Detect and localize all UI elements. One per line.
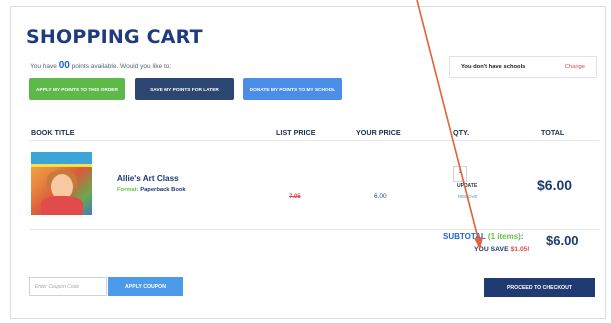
subtotal-value: $6.00	[546, 233, 579, 248]
points-count: 00	[58, 60, 70, 71]
you-save: YOU SAVE $1.05!	[474, 246, 530, 253]
you-save-amount: $1.05!	[510, 246, 530, 253]
cart-panel	[10, 6, 606, 319]
book-format: Format: Paperback Book	[117, 187, 186, 193]
remove-link[interactable]: REMOVE	[458, 194, 478, 199]
your-price: 6.00	[374, 193, 387, 200]
proceed-to-checkout-button[interactable]: PROCEED TO CHECKOUT	[484, 278, 595, 297]
book-cover-image[interactable]	[31, 152, 92, 215]
header-qty: QTY.	[453, 128, 469, 137]
format-label: Format:	[117, 187, 139, 193]
apply-points-button[interactable]: APPLY MY POINTS TO THIS ORDER	[29, 78, 125, 100]
coupon-code-input[interactable]: Enter Coupon Code	[29, 277, 107, 296]
subtotal-text: SUBTOTAL	[443, 232, 486, 241]
quantity-input[interactable]: 1	[453, 166, 467, 182]
line-total: $6.00	[537, 177, 573, 193]
apply-coupon-button[interactable]: APPLY COUPON	[108, 277, 183, 296]
header-your-price: YOUR PRICE	[356, 128, 401, 137]
header-total: TOTAL	[541, 128, 565, 137]
format-value: Paperback Book	[140, 187, 186, 193]
list-price: 7.05	[289, 194, 301, 200]
header-divider	[29, 140, 599, 141]
change-school-link[interactable]: Change	[565, 64, 585, 70]
update-link[interactable]: UPDATE	[457, 183, 477, 189]
donate-points-button[interactable]: DONATE MY POINTS TO MY SCHOOL	[243, 78, 342, 100]
items-count: (1 items)	[487, 232, 521, 241]
points-message: You have 00 points available. Would you …	[30, 60, 171, 71]
points-prefix: You have	[30, 63, 57, 70]
page-title: SHOPPING CART	[26, 26, 203, 48]
save-points-button[interactable]: SAVE MY POINTS FOR LATER	[135, 78, 234, 100]
header-book-title: BOOK TITLE	[31, 128, 75, 137]
schools-box: You don't have schools Change	[449, 56, 597, 78]
points-suffix: points available. Would you like to:	[71, 63, 172, 70]
book-title-link[interactable]: Allie's Art Class	[117, 174, 179, 183]
subtotal-label: SUBTOTAL (1 items):	[443, 232, 524, 241]
schools-label: You don't have schools	[461, 64, 526, 70]
you-save-label: YOU SAVE	[474, 246, 509, 253]
summary-divider	[29, 229, 599, 230]
header-list-price: LIST PRICE	[276, 128, 316, 137]
